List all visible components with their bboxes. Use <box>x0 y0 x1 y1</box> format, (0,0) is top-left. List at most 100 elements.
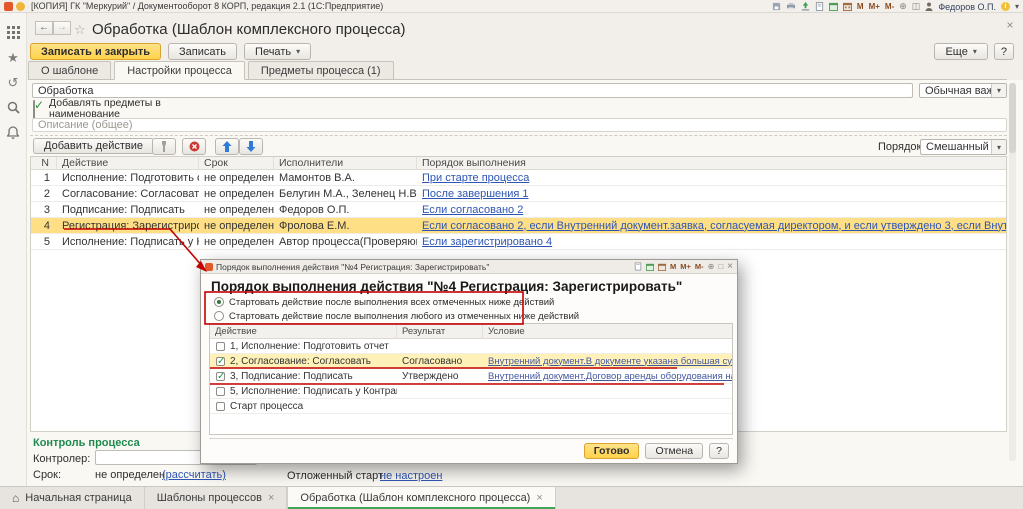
add-action-button[interactable]: Добавить действие <box>33 138 154 154</box>
description-input[interactable] <box>32 118 1007 132</box>
term-calculate-link[interactable]: (рассчитать) <box>162 469 226 481</box>
table-row[interactable]: 5 Исполнение: Подписать у Контрагента не… <box>31 234 1006 250</box>
document-icon[interactable] <box>634 262 642 271</box>
add-subjects-checkbox[interactable] <box>33 100 35 119</box>
nav-forward-button[interactable]: → <box>53 21 71 35</box>
row-checkbox[interactable] <box>216 372 225 381</box>
tab-process-subjects[interactable]: Предметы процесса (1) <box>248 61 394 79</box>
memory-m-minus-icon[interactable]: М- <box>885 2 894 11</box>
tab-close-icon[interactable] <box>268 492 274 504</box>
order-link[interactable]: Если согласовано 2, если Внутренний доку… <box>422 220 1006 232</box>
info-icon[interactable]: i <box>1001 2 1010 11</box>
dialog-table-row[interactable]: 1, Исполнение: Подготовить отчет <box>210 339 732 354</box>
move-down-icon[interactable] <box>239 138 263 155</box>
calendar-icon[interactable] <box>646 263 654 271</box>
taskbar-tab-current[interactable]: Обработка (Шаблон комплексного процесса) <box>287 487 555 509</box>
order-link[interactable]: Если согласовано 2 <box>422 204 523 216</box>
col-term: Срок <box>199 157 274 170</box>
done-button[interactable]: Готово <box>584 443 640 459</box>
tab-about-template[interactable]: О шаблоне <box>28 61 111 79</box>
template-name-input[interactable] <box>32 83 913 98</box>
table-row[interactable]: 2 Согласование: Согласовать не определен… <box>31 186 1006 202</box>
left-toolbar: ★ ↺ <box>0 13 27 486</box>
more-button[interactable]: Еще <box>934 43 987 60</box>
dialog-heading: Порядок выполнения действия "№4 Регистра… <box>211 279 682 294</box>
condition-link[interactable]: Внутренний документ.Договор аренды обору… <box>488 371 732 382</box>
table-row[interactable]: 3 Подписание: Подписать не определен Фед… <box>31 202 1006 218</box>
dialog-table-row[interactable]: Старт процесса <box>210 399 732 414</box>
view-tabs: О шаблоне Настройки процесса Предметы пр… <box>28 61 1007 80</box>
print-button[interactable]: Печать <box>244 43 311 60</box>
history-icon[interactable]: ↺ <box>6 75 20 89</box>
dialog-close-icon[interactable] <box>727 262 733 271</box>
order-link[interactable]: Если зарегистрировано 4 <box>422 236 552 248</box>
preview-icon[interactable] <box>815 2 824 11</box>
favorites-star-icon[interactable]: ★ <box>6 50 20 64</box>
row-checkbox[interactable] <box>216 342 225 351</box>
form-close-icon[interactable] <box>1003 18 1017 32</box>
calendar-dates-icon[interactable] <box>843 2 852 11</box>
order-select[interactable]: Смешанный <box>920 139 1007 155</box>
save-button[interactable]: Записать <box>168 43 237 60</box>
memory-m-plus-icon[interactable]: М+ <box>680 262 691 271</box>
order-label: Порядок: <box>878 141 924 153</box>
move-up-icon[interactable] <box>215 138 239 155</box>
order-link[interactable]: После завершения 1 <box>422 188 529 200</box>
current-user-name[interactable]: Федоров О.П. <box>938 2 996 12</box>
maximize-icon[interactable]: □ <box>718 262 723 271</box>
order-link[interactable]: При старте процесса <box>422 172 529 184</box>
zoom-plus-icon[interactable]: ⊕ <box>708 262 715 271</box>
export-icon[interactable] <box>801 2 810 11</box>
scrollbar-thumb[interactable] <box>1009 83 1016 153</box>
memory-m-minus-icon[interactable]: М- <box>695 262 704 271</box>
session-state-icon <box>16 2 25 11</box>
taskbar-tab-home[interactable]: Начальная страница <box>0 487 145 509</box>
order-caret-icon[interactable] <box>991 140 1006 154</box>
help-button[interactable]: ? <box>994 43 1014 60</box>
deferred-start-link[interactable]: не настроен <box>380 470 442 482</box>
term-label: Срок: <box>33 469 61 481</box>
print-icon[interactable] <box>786 2 796 11</box>
importance-caret-icon[interactable] <box>991 84 1006 97</box>
search-icon[interactable] <box>6 100 20 114</box>
memory-m-plus-icon[interactable]: М+ <box>869 2 880 11</box>
memory-m-icon[interactable]: М <box>670 262 676 271</box>
taskbar-tab-templates[interactable]: Шаблоны процессов <box>145 487 288 509</box>
cancel-button[interactable]: Отмена <box>645 443 703 459</box>
table-row[interactable]: 1 Исполнение: Подготовить отчет не опред… <box>31 170 1006 186</box>
tab-process-settings[interactable]: Настройки процесса <box>114 61 245 80</box>
dialog-actions-table: Действие Результат Условие 1, Исполнение… <box>209 323 733 435</box>
nav-back-button[interactable]: ← <box>35 21 53 35</box>
col-performers: Исполнители <box>274 157 417 170</box>
dialog-table-row[interactable]: 3, Подписание: Подписать Утверждено Внут… <box>210 369 732 384</box>
importance-select[interactable]: Обычная важность <box>919 83 1007 98</box>
flashlight-icon[interactable] <box>152 138 176 155</box>
tab-close-icon[interactable] <box>536 492 542 504</box>
row-checkbox[interactable] <box>216 402 225 411</box>
dialog-table-row-highlighted[interactable]: 2, Согласование: Согласовать Согласовано… <box>210 354 732 369</box>
delete-icon[interactable] <box>182 138 206 155</box>
zoom-plus-icon[interactable]: ⊕ <box>899 2 907 11</box>
table-row-selected[interactable]: 4 Регистрация: Зарегистрировать не опред… <box>31 218 1006 234</box>
memory-m-icon[interactable]: М <box>857 2 864 11</box>
save-icon[interactable] <box>772 2 781 11</box>
notifications-bell-icon[interactable] <box>6 125 20 139</box>
radio-after-any[interactable] <box>214 311 224 321</box>
sections-grid-icon[interactable] <box>6 25 20 39</box>
row-checkbox[interactable] <box>216 387 225 396</box>
titlebar-menu-caret-icon[interactable] <box>1015 2 1019 11</box>
radio-after-all-label: Стартовать действие после выполнения все… <box>229 297 554 308</box>
dialog-titlebar-title: Порядок выполнения действия "№4 Регистра… <box>216 262 489 272</box>
calendar-dates-icon[interactable] <box>658 263 666 271</box>
split-view-icon[interactable]: ◫ <box>912 2 921 11</box>
dialog-titlebar[interactable]: Порядок выполнения действия "№4 Регистра… <box>201 260 737 274</box>
vertical-scrollbar[interactable] <box>1009 83 1016 461</box>
save-and-close-button[interactable]: Записать и закрыть <box>30 43 161 60</box>
row-checkbox[interactable] <box>216 357 225 366</box>
condition-link[interactable]: Внутренний документ.В документе указана … <box>488 356 732 367</box>
favorite-toggle-star-icon[interactable] <box>74 21 86 39</box>
radio-after-all[interactable] <box>214 297 224 307</box>
dialog-table-row[interactable]: 5, Исполнение: Подписать у Контрагента <box>210 384 732 399</box>
dialog-help-button[interactable]: ? <box>709 443 729 459</box>
calendar-icon[interactable] <box>829 2 838 11</box>
